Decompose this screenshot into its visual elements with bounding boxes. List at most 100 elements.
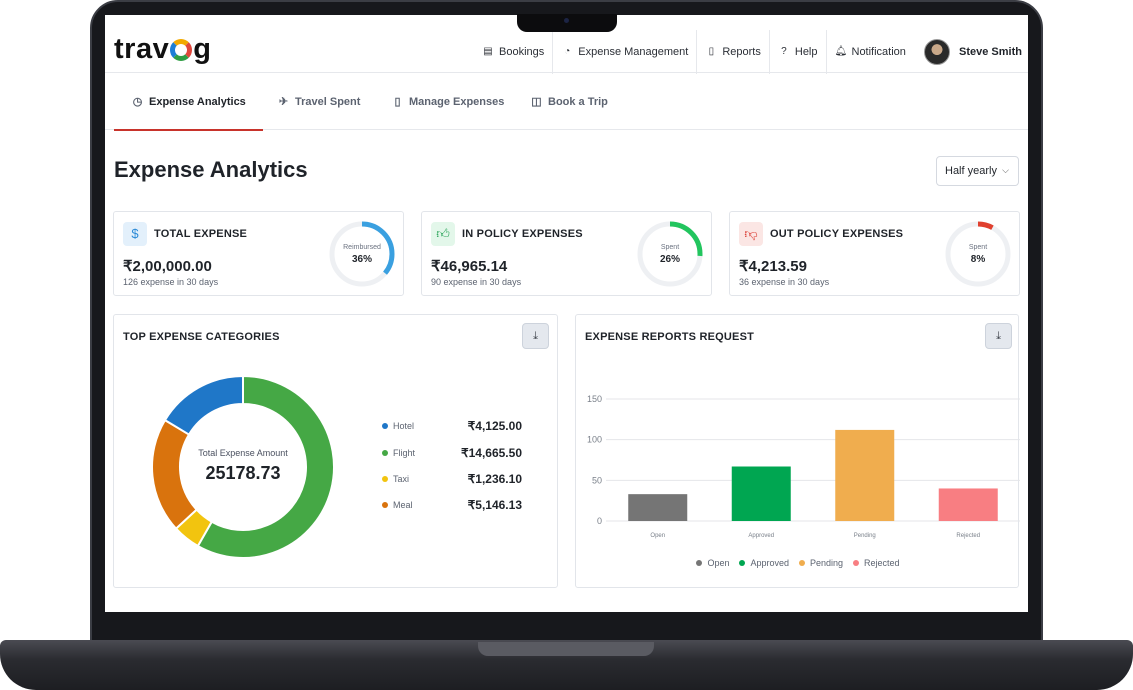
card-value: ₹4,213.59 bbox=[739, 258, 807, 275]
tab-manage-expenses[interactable]: ▯ Manage Expenses bbox=[391, 74, 504, 130]
tab-expense-analytics[interactable]: ◷ Expense Analytics bbox=[114, 74, 263, 131]
nav-notification[interactable]: 🔔︎ Notification bbox=[827, 30, 914, 74]
tab-book-a-trip[interactable]: ◫ Book a Trip bbox=[530, 74, 608, 130]
legend-amount: ₹4,125.00 bbox=[467, 419, 522, 433]
total-expense-card: $ TOTAL EXPENSE ₹2,00,000.00 126 expense… bbox=[113, 211, 404, 296]
period-select[interactable]: Half yearly ⌵ bbox=[936, 156, 1019, 186]
logo-text-start: trav bbox=[114, 33, 170, 65]
avatar bbox=[924, 39, 950, 65]
section-tabs: ◷ Expense Analytics ✈︎ Travel Spent ▯ Manag… bbox=[105, 74, 1028, 131]
help-icon: ? bbox=[781, 46, 787, 57]
card-title: OUT POLICY EXPENSES bbox=[770, 228, 904, 240]
tab-travel-spent[interactable]: ✈︎ Travel Spent bbox=[277, 74, 361, 130]
card-subtitle: 126 expense in 30 days bbox=[123, 277, 219, 287]
logo-text-end: g bbox=[193, 33, 212, 65]
thumbs-down-icon: 👎︎ bbox=[739, 222, 763, 246]
legend-amount: ₹5,146.13 bbox=[467, 498, 522, 512]
bell-icon: 🔔︎ bbox=[834, 46, 848, 57]
legend-label: Pending bbox=[810, 558, 844, 568]
y-tick-label: 150 bbox=[587, 394, 602, 404]
dollar-icon: $ bbox=[123, 222, 147, 246]
nav-help[interactable]: ? Help bbox=[770, 30, 827, 74]
nav-notification-label: Notification bbox=[851, 46, 906, 58]
nav-bookings[interactable]: ▤ Bookings bbox=[474, 30, 554, 74]
nav-reports[interactable]: ▯ Reports bbox=[697, 30, 770, 74]
legend-dot-icon bbox=[696, 560, 703, 566]
laptop-frame: trav g ▤ Bookings ◔ Expense Management ▯ Rep… bbox=[0, 0, 1133, 690]
laptop-hinge bbox=[478, 642, 654, 656]
legend-item-open: Open bbox=[696, 558, 729, 568]
x-tick-label: Pending bbox=[854, 533, 876, 539]
bar-approved bbox=[731, 466, 791, 521]
gauge-label: Reimbursed bbox=[343, 244, 381, 251]
card-subtitle: 36 expense in 30 days bbox=[739, 277, 830, 287]
travog-logo[interactable]: trav g bbox=[114, 35, 211, 64]
page-title: Expense Analytics bbox=[114, 157, 308, 182]
x-tick-label: Open bbox=[650, 533, 665, 539]
receipt-icon: ▯ bbox=[394, 95, 401, 108]
user-name: Steve Smith bbox=[959, 46, 1022, 58]
user-menu[interactable]: Steve Smith bbox=[924, 39, 1022, 65]
card-title: IN POLICY EXPENSES bbox=[462, 228, 583, 240]
legend-dot-icon bbox=[853, 560, 860, 566]
legend-label: Meal bbox=[393, 500, 413, 510]
card-value: ₹2,00,000.00 bbox=[123, 258, 212, 275]
taxi-dot-icon bbox=[382, 476, 388, 482]
donut-center-value: 25178.73 bbox=[205, 463, 281, 483]
camera-notch bbox=[517, 14, 617, 32]
legend-hotel: Hotel ₹4,125.00 bbox=[382, 419, 522, 433]
nav-expense-management-label: Expense Management bbox=[578, 46, 689, 58]
legend-flight: Flight ₹14,665.50 bbox=[382, 446, 522, 460]
camera-icon bbox=[564, 18, 569, 23]
legend-item-approved: Approved bbox=[739, 558, 789, 568]
legend-amount: ₹14,665.50 bbox=[460, 446, 522, 460]
legend-item-pending: Pending bbox=[799, 558, 843, 568]
y-tick-label: 0 bbox=[597, 516, 602, 526]
tab-expense-analytics-label: Expense Analytics bbox=[149, 96, 246, 108]
x-tick-label: Rejected bbox=[956, 533, 980, 539]
gauge-label: Spent bbox=[968, 244, 988, 251]
card-value: ₹46,965.14 bbox=[431, 258, 508, 275]
legend-label: Rejected bbox=[864, 558, 900, 568]
thumbs-up-icon: 👍︎ bbox=[431, 222, 455, 246]
hotel-dot-icon bbox=[382, 423, 388, 429]
gauge-label: Spent bbox=[660, 244, 680, 251]
document-icon: ▤ bbox=[483, 46, 493, 57]
legend-taxi: Taxi ₹1,236.10 bbox=[382, 472, 522, 486]
legend-label: Flight bbox=[393, 448, 416, 458]
legend-label: Taxi bbox=[393, 474, 410, 484]
gauge-percent: 8% bbox=[970, 254, 986, 265]
period-select-value: Half yearly bbox=[945, 165, 997, 177]
out-policy-card: 👎︎ OUT POLICY EXPENSES ₹4,213.59 36 expe… bbox=[729, 211, 1020, 296]
bar-open bbox=[628, 494, 688, 521]
expense-icon: ◔ bbox=[564, 46, 571, 57]
legend-dot-icon bbox=[739, 560, 746, 566]
gauge-percent: 26% bbox=[659, 254, 680, 265]
y-tick-label: 100 bbox=[587, 435, 602, 445]
flight-dot-icon bbox=[382, 450, 388, 456]
legend-dot-icon bbox=[799, 560, 805, 566]
nav-expense-management[interactable]: ◔ Expense Management bbox=[553, 30, 698, 74]
card-title: TOTAL EXPENSE bbox=[154, 228, 248, 240]
logo-ring-icon bbox=[170, 39, 193, 61]
donut-slice-hotel bbox=[163, 374, 244, 436]
travel-icon: ✈︎ bbox=[278, 95, 289, 108]
donut-center-label: Total Expense Amount bbox=[198, 448, 288, 458]
bar-rejected bbox=[938, 488, 998, 521]
in-policy-card: 👍︎ IN POLICY EXPENSES ₹46,965.14 90 expe… bbox=[421, 211, 712, 296]
nav-reports-label: Reports bbox=[722, 46, 761, 58]
gauge-percent: 36% bbox=[351, 254, 372, 265]
chevron-down-icon: ⌵ bbox=[1002, 165, 1009, 175]
analytics-icon: ◷ bbox=[132, 95, 143, 108]
nav-bookings-label: Bookings bbox=[499, 46, 545, 58]
card-subtitle: 90 expense in 30 days bbox=[431, 277, 522, 287]
report-icon: ▯ bbox=[708, 46, 715, 57]
tab-manage-expenses-label: Manage Expenses bbox=[409, 96, 505, 108]
nav-help-label: Help bbox=[794, 46, 818, 58]
expense-reports-panel: EXPENSE REPORTS REQUEST ⤓ 150 100 50 0 Open A… bbox=[575, 314, 1020, 588]
legend-item-rejected: Rejected bbox=[853, 558, 900, 568]
y-tick-label: 50 bbox=[592, 475, 602, 485]
top-expense-categories-panel: TOP EXPENSE CATEGORIES ⤓ Total Expense A… bbox=[113, 314, 558, 588]
tab-book-a-trip-label: Book a Trip bbox=[548, 96, 608, 108]
expense-reports-bar-chart: 150 100 50 0 Open Approved Pending Rejected bbox=[587, 394, 1020, 539]
